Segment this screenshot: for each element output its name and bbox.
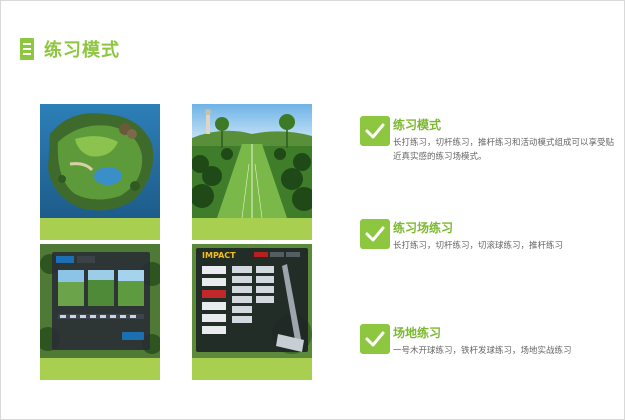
checkmark-icon (360, 116, 390, 146)
feature-title: 场地练习 (393, 326, 442, 340)
screenshot-impact-menu: IMPACT (192, 244, 312, 380)
feature-description: 长打练习，切杆练习，推杆练习和活动模式组成可以享受贴近真实感的练习场模式。 (393, 138, 615, 162)
screenshot-fairway (192, 104, 312, 240)
feature-description: 长打练习，切杆练习，切滚球练习，推杆练习 (393, 241, 564, 251)
checkmark-icon (360, 219, 390, 249)
checkmark-icon (360, 324, 390, 354)
page-title: 练习模式 (44, 40, 120, 61)
tile-bar (192, 358, 312, 380)
tile-bar (40, 218, 160, 240)
feature-title: 练习场练习 (393, 221, 454, 235)
page-header: 练习模式 (20, 36, 120, 62)
feature-description: 一号木开球练习，铁杆发球练习，场地实战练习 (393, 346, 572, 356)
tile-bar (192, 218, 312, 240)
feature-title: 练习模式 (393, 118, 442, 132)
screenshot-aerial-course (40, 104, 160, 240)
screenshot-range-select (40, 244, 160, 380)
list-icon (20, 38, 34, 60)
tile-bar (40, 358, 160, 380)
brand-logo: IMPACT (202, 251, 236, 260)
